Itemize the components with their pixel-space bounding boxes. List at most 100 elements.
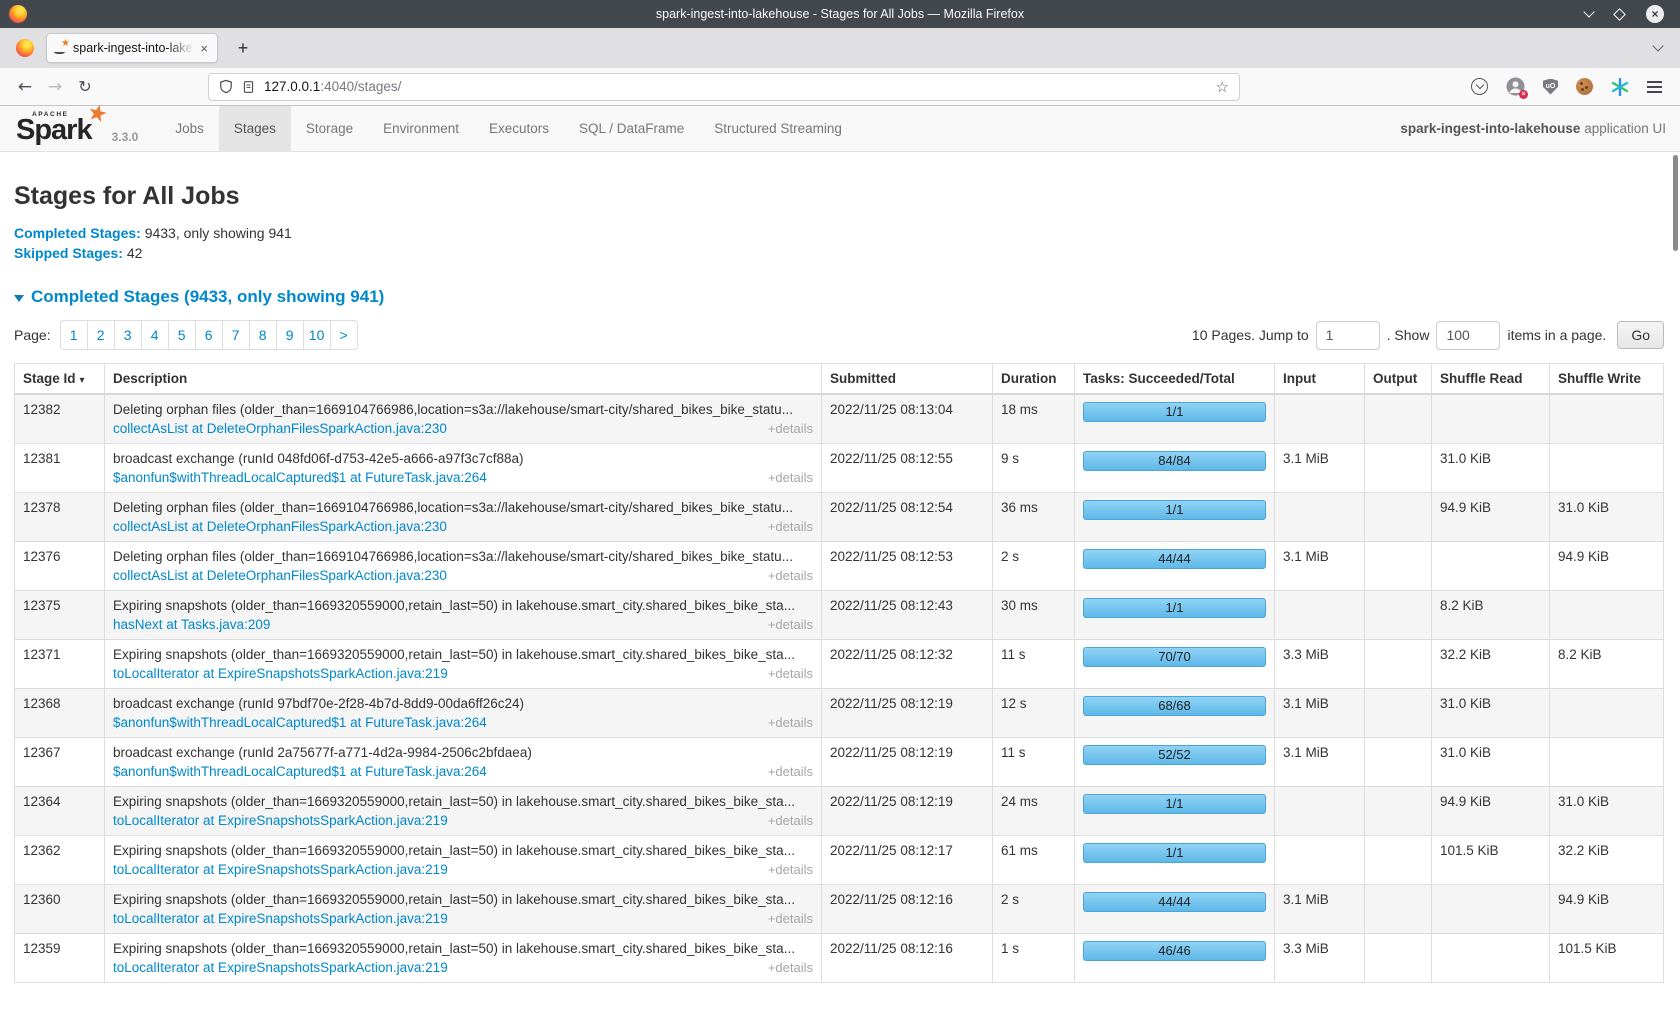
input-cell: [1275, 394, 1365, 444]
details-toggle[interactable]: +details: [768, 421, 813, 436]
details-toggle[interactable]: +details: [768, 470, 813, 485]
nav-tab-environment[interactable]: Environment: [368, 106, 474, 152]
stage-detail-link[interactable]: toLocalIterator at ExpireSnapshotsSparkA…: [113, 911, 448, 926]
window-minimize-icon[interactable]: [1583, 6, 1594, 17]
nav-tab-executors[interactable]: Executors: [474, 106, 564, 152]
column-header-shuffle-write[interactable]: Shuffle Write: [1550, 364, 1664, 395]
output-cell: [1365, 591, 1432, 640]
duration-cell: 2 s: [993, 542, 1075, 591]
shuffle-read-size: 31.0 KiB: [1440, 696, 1541, 711]
page-button-4[interactable]: 4: [141, 320, 169, 350]
details-toggle[interactable]: +details: [768, 960, 813, 975]
stage-detail-link[interactable]: toLocalIterator at ExpireSnapshotsSparkA…: [113, 666, 448, 681]
details-toggle[interactable]: +details: [768, 715, 813, 730]
duration: 61 ms: [1001, 843, 1066, 858]
nav-tab-stages[interactable]: Stages: [219, 106, 291, 152]
url-text[interactable]: 127.0.0.1:4040/stages/: [264, 79, 1207, 94]
reload-button[interactable]: ↻: [70, 72, 100, 102]
section-title: Completed Stages (9433, only showing 941…: [31, 287, 384, 307]
shuffle-read-cell: 101.5 KiB: [1432, 836, 1550, 885]
shuffle-read-cell: [1432, 394, 1550, 444]
details-toggle[interactable]: +details: [768, 813, 813, 828]
tasks-count: 1/1: [1083, 500, 1266, 520]
page-button-1[interactable]: 1: [60, 320, 88, 350]
firefox-view-button[interactable]: [10, 33, 40, 63]
go-button[interactable]: Go: [1617, 321, 1664, 349]
column-header-tasks-succeeded-total[interactable]: Tasks: Succeeded/Total: [1075, 364, 1275, 395]
account-icon[interactable]: ×: [1506, 77, 1525, 96]
page-next-button[interactable]: >: [330, 320, 358, 350]
window-maximize-icon[interactable]: [1613, 8, 1626, 21]
extension-asterisk-icon[interactable]: [1611, 78, 1629, 96]
stage-detail-link[interactable]: toLocalIterator at ExpireSnapshotsSparkA…: [113, 813, 448, 828]
completed-stages-section-header[interactable]: Completed Stages (9433, only showing 941…: [14, 287, 1664, 307]
description-cell: broadcast exchange (runId 2a75677f-a771-…: [105, 738, 822, 787]
description-cell: broadcast exchange (runId 97bdf70e-2f28-…: [105, 689, 822, 738]
shuffle-write-size: 8.2 KiB: [1558, 647, 1655, 662]
forward-button[interactable]: →: [40, 72, 70, 102]
stage-detail-link[interactable]: $anonfun$withThreadLocalCaptured$1 at Fu…: [113, 470, 487, 485]
stage-detail-link[interactable]: toLocalIterator at ExpireSnapshotsSparkA…: [113, 862, 448, 877]
details-toggle[interactable]: +details: [768, 862, 813, 877]
input-cell: [1275, 591, 1365, 640]
spark-logo[interactable]: APACHE Spark ★: [14, 106, 110, 151]
stage-detail-link[interactable]: $anonfun$withThreadLocalCaptured$1 at Fu…: [113, 764, 487, 779]
nav-tab-storage[interactable]: Storage: [291, 106, 368, 152]
details-toggle[interactable]: +details: [768, 764, 813, 779]
stage-detail-link[interactable]: collectAsList at DeleteOrphanFilesSparkA…: [113, 568, 447, 583]
menu-hamburger-icon[interactable]: [1647, 81, 1662, 93]
input-size: 3.3 MiB: [1283, 941, 1356, 956]
stage-detail-link[interactable]: hasNext at Tasks.java:209: [113, 617, 270, 632]
jump-to-page-input[interactable]: [1316, 321, 1380, 350]
scrollbar-thumb[interactable]: [1673, 155, 1678, 251]
page-button-6[interactable]: 6: [195, 320, 223, 350]
page-button-3[interactable]: 3: [114, 320, 142, 350]
details-toggle[interactable]: +details: [768, 568, 813, 583]
column-header-description[interactable]: Description: [105, 364, 822, 395]
ublock-shield-icon[interactable]: uO: [1543, 79, 1558, 95]
page-button-9[interactable]: 9: [276, 320, 304, 350]
shield-icon[interactable]: [219, 79, 233, 94]
window-close-icon[interactable]: ×: [1646, 5, 1664, 23]
new-tab-button[interactable]: +: [230, 38, 256, 59]
nav-tab-structured-streaming[interactable]: Structured Streaming: [699, 106, 857, 152]
details-toggle[interactable]: +details: [768, 519, 813, 534]
items-per-page-input[interactable]: [1436, 321, 1500, 350]
list-tabs-icon[interactable]: [1654, 46, 1662, 50]
stage-detail-link[interactable]: collectAsList at DeleteOrphanFilesSparkA…: [113, 519, 447, 534]
nav-item: Stages: [219, 106, 291, 151]
column-header-shuffle-read[interactable]: Shuffle Read: [1432, 364, 1550, 395]
pocket-icon[interactable]: [1471, 78, 1488, 95]
tab-close-icon[interactable]: ×: [198, 41, 210, 56]
page-button-5[interactable]: 5: [168, 320, 196, 350]
stage-detail-link[interactable]: $anonfun$withThreadLocalCaptured$1 at Fu…: [113, 715, 487, 730]
submitted-cell: 2022/11/25 08:12:16: [822, 934, 993, 983]
column-header-output[interactable]: Output: [1365, 364, 1432, 395]
details-toggle[interactable]: +details: [768, 666, 813, 681]
details-toggle[interactable]: +details: [768, 911, 813, 926]
details-toggle[interactable]: +details: [768, 617, 813, 632]
url-bar[interactable]: 127.0.0.1:4040/stages/ ☆: [208, 73, 1240, 101]
nav-tab-sql-dataframe[interactable]: SQL / DataFrame: [564, 106, 699, 152]
back-button[interactable]: ←: [10, 72, 40, 102]
browser-tab[interactable]: ★ spark-ingest-into-lakehous ×: [46, 33, 218, 63]
output-cell: [1365, 787, 1432, 836]
stage-detail-link[interactable]: toLocalIterator at ExpireSnapshotsSparkA…: [113, 960, 448, 975]
bookmark-star-icon[interactable]: ☆: [1216, 78, 1229, 96]
column-header-stage-id[interactable]: Stage Id▾: [15, 364, 105, 395]
page-button-item: 9: [277, 320, 304, 350]
page-button-8[interactable]: 8: [249, 320, 277, 350]
page-button-10[interactable]: 10: [303, 320, 331, 350]
page-button-7[interactable]: 7: [222, 320, 250, 350]
nav-tab-jobs[interactable]: Jobs: [160, 106, 219, 152]
cookie-icon[interactable]: [1576, 78, 1593, 95]
stage-detail-link[interactable]: collectAsList at DeleteOrphanFilesSparkA…: [113, 421, 447, 436]
page-info-icon[interactable]: [242, 80, 255, 94]
column-header-duration[interactable]: Duration: [993, 364, 1075, 395]
page-button-2[interactable]: 2: [87, 320, 115, 350]
column-header-input[interactable]: Input: [1275, 364, 1365, 395]
completed-stages-link[interactable]: Completed Stages:: [14, 225, 141, 241]
skipped-stages-link[interactable]: Skipped Stages:: [14, 245, 123, 261]
column-header-submitted[interactable]: Submitted: [822, 364, 993, 395]
submitted-time: 2022/11/25 08:12:19: [830, 745, 984, 760]
